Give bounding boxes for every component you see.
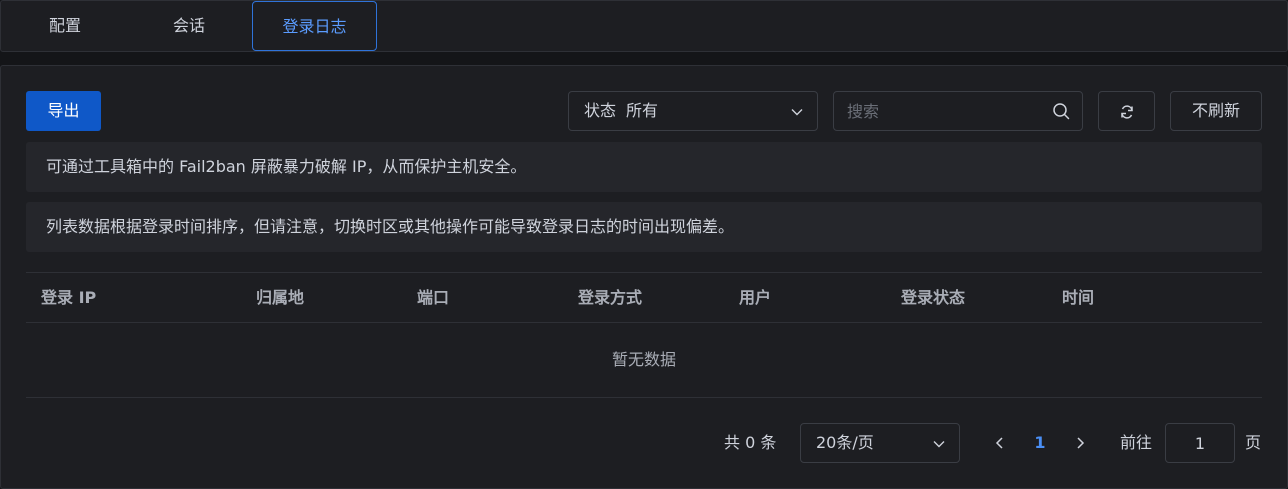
status-filter-select[interactable]: 状态 所有 [568, 91, 818, 131]
column-header-port[interactable]: 端口 [417, 273, 449, 323]
goto-label: 前往 [1120, 433, 1153, 452]
tab-bar: 配置 会话 登录日志 [0, 0, 1288, 52]
fail2ban-notice: 可通过工具箱中的 Fail2ban 屏蔽暴力破解 IP，从而保护主机安全。 [26, 142, 1262, 192]
status-filter-value: 所有 [626, 101, 659, 120]
column-header-login-status[interactable]: 登录状态 [901, 273, 965, 323]
page-number-current[interactable]: 1 [1028, 423, 1052, 463]
column-header-time[interactable]: 时间 [1062, 273, 1094, 323]
search-box [833, 91, 1083, 131]
status-filter-label: 状态 [584, 101, 617, 120]
prev-page-icon[interactable] [990, 433, 1010, 453]
page-unit-label: 页 [1245, 433, 1262, 452]
search-icon[interactable] [1052, 102, 1070, 120]
page-size-value: 20条/页 [816, 433, 874, 452]
tab-sessions[interactable]: 会话 [149, 1, 229, 51]
empty-table-message: 暂无数据 [26, 323, 1262, 398]
column-header-location[interactable]: 归属地 [256, 273, 304, 323]
export-button[interactable]: 导出 [26, 91, 101, 131]
page-size-select[interactable]: 20条/页 [800, 423, 960, 463]
search-input[interactable] [834, 92, 1044, 130]
table-header: 登录 IP 归属地 端口 登录方式 用户 登录状态 时间 [26, 272, 1262, 323]
goto-page-input[interactable] [1165, 423, 1235, 463]
column-header-ip[interactable]: 登录 IP [41, 273, 96, 323]
auto-refresh-dropdown[interactable]: 不刷新 [1170, 91, 1262, 131]
tab-config[interactable]: 配置 [25, 1, 105, 51]
next-page-icon[interactable] [1070, 433, 1090, 453]
chevron-down-icon [933, 441, 945, 448]
column-header-login-method[interactable]: 登录方式 [578, 273, 642, 323]
total-count: 共 0 条 [724, 433, 777, 452]
time-sort-notice: 列表数据根据登录时间排序，但请注意，切换时区或其他操作可能导致登录日志的时间出现… [26, 202, 1262, 252]
refresh-button[interactable] [1098, 91, 1155, 131]
tab-login-log[interactable]: 登录日志 [252, 1, 377, 51]
refresh-icon [1121, 105, 1133, 119]
column-header-user[interactable]: 用户 [739, 273, 771, 323]
chevron-down-icon [791, 109, 803, 116]
